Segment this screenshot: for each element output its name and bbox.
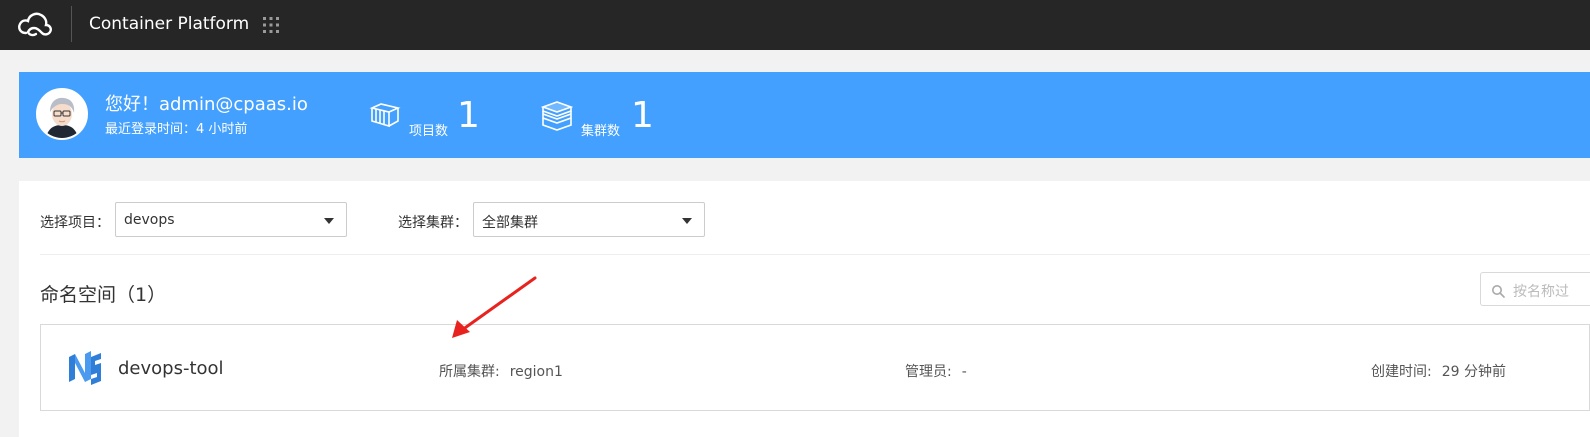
project-select-label: 选择项目： bbox=[40, 215, 110, 231]
chevron-down-icon bbox=[324, 218, 334, 224]
namespace-admin-meta: 管理员: - bbox=[905, 361, 967, 381]
admin-meta-value: - bbox=[961, 364, 967, 380]
user-avatar-icon bbox=[38, 90, 86, 138]
welcome-banner: 您好！admin@cpaas.io 最近登录时间：4 小时前 项目数 1 集群数… bbox=[19, 72, 1590, 158]
projects-stat-label: 项目数 bbox=[409, 124, 449, 139]
clusters-stat-label: 集群数 bbox=[581, 124, 621, 139]
namespace-cluster-meta: 所属集群: region1 bbox=[439, 361, 563, 381]
namespace-card[interactable]: devops-tool 所属集群: region1 管理员: - 创建时间: 29 分… bbox=[40, 324, 1590, 411]
namespace-panel: 选择项目： devops 选择集群： 全部集群 命名空间（1） 按名称过 dev… bbox=[19, 181, 1590, 437]
cluster-select[interactable]: 全部集群 bbox=[473, 202, 705, 237]
topbar-divider bbox=[71, 6, 72, 42]
projects-icon bbox=[369, 103, 401, 128]
cluster-meta-label: 所属集群: bbox=[439, 364, 500, 380]
project-select-value: devops bbox=[124, 212, 175, 228]
clusters-stat-value: 1 bbox=[631, 95, 654, 136]
top-navigation-bar: Container Platform bbox=[0, 0, 1590, 50]
chevron-down-icon bbox=[682, 218, 692, 224]
search-placeholder: 按名称过 bbox=[1513, 284, 1569, 300]
namespace-icon bbox=[69, 351, 101, 385]
cluster-select-label: 选择集群： bbox=[398, 215, 468, 231]
namespace-search-input[interactable]: 按名称过 bbox=[1480, 272, 1590, 306]
app-title[interactable]: Container Platform bbox=[89, 14, 249, 34]
created-meta-label: 创建时间: bbox=[1371, 364, 1432, 380]
clusters-icon bbox=[541, 101, 573, 131]
last-login-text: 最近登录时间：4 小时前 bbox=[105, 122, 248, 137]
grid-apps-icon[interactable] bbox=[262, 16, 280, 34]
panel-divider bbox=[40, 254, 1590, 255]
cloud-logo-icon[interactable] bbox=[16, 9, 54, 41]
created-meta-value: 29 分钟前 bbox=[1441, 364, 1506, 380]
projects-stat-value: 1 bbox=[457, 95, 480, 136]
cluster-select-value: 全部集群 bbox=[482, 215, 538, 231]
search-icon bbox=[1492, 285, 1505, 298]
avatar bbox=[36, 88, 88, 140]
admin-meta-label: 管理员: bbox=[905, 364, 952, 380]
namespace-section-title: 命名空间（1） bbox=[40, 284, 167, 306]
namespace-name-link[interactable]: devops-tool bbox=[118, 358, 224, 379]
cluster-meta-value: region1 bbox=[509, 364, 563, 380]
namespace-created-meta: 创建时间: 29 分钟前 bbox=[1371, 361, 1506, 381]
project-select[interactable]: devops bbox=[115, 202, 347, 237]
greeting-text: 您好！admin@cpaas.io bbox=[105, 94, 308, 115]
